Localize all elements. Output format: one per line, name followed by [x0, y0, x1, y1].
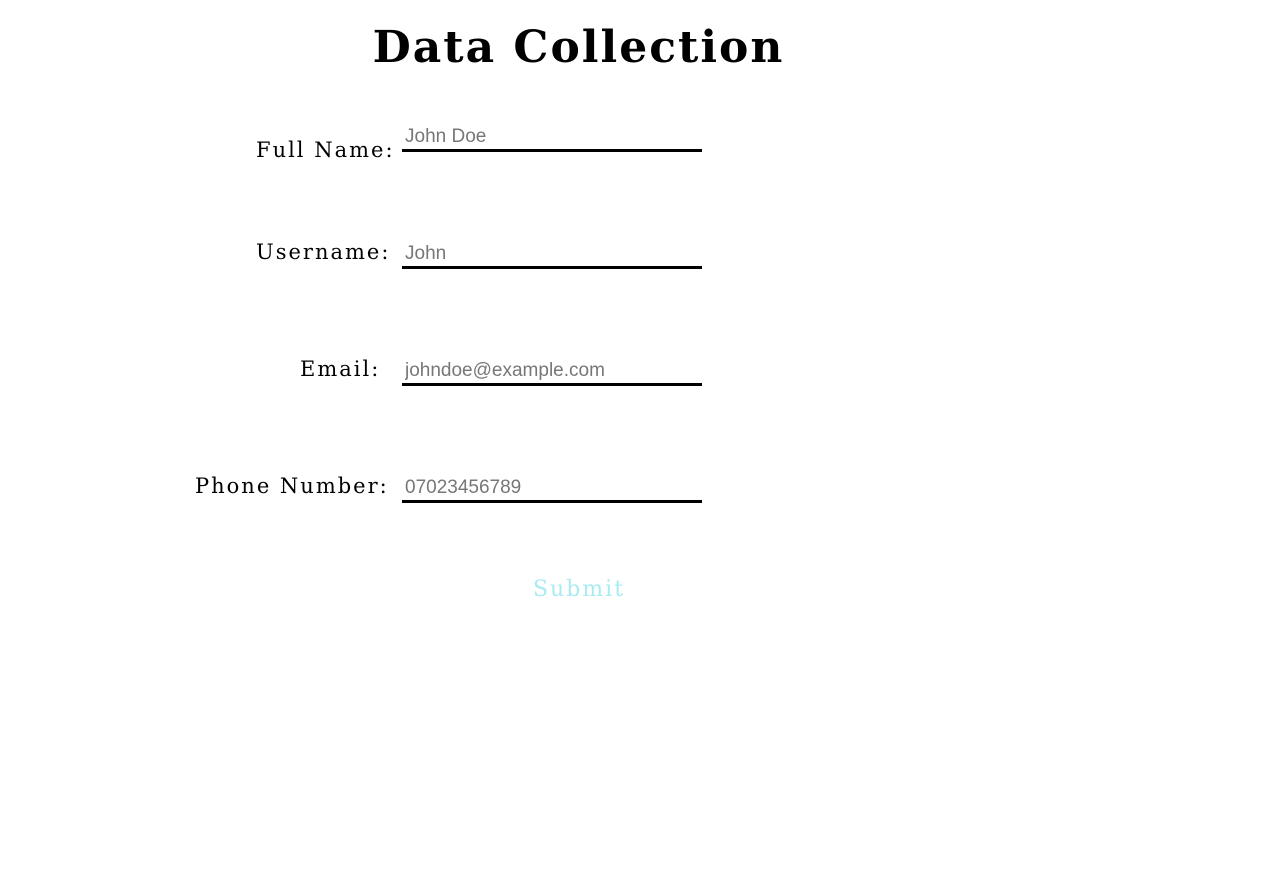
phone-number-input[interactable] — [402, 475, 702, 503]
username-row: Username: — [0, 240, 1277, 281]
full-name-label: Full Name: — [256, 138, 395, 162]
phone-number-row: Phone Number: — [0, 474, 1277, 515]
username-input[interactable] — [402, 241, 702, 269]
full-name-input[interactable] — [402, 124, 702, 152]
email-row: Email: — [0, 357, 1277, 398]
email-input[interactable] — [402, 358, 702, 386]
username-label: Username: — [256, 240, 391, 264]
data-collection-page: Data Collection Full Name: Username: Ema… — [0, 0, 1277, 883]
page-title: Data Collection — [372, 22, 785, 73]
email-label: Email: — [300, 357, 381, 381]
submit-button[interactable]: Submit — [520, 572, 638, 606]
full-name-row: Full Name: — [0, 124, 1277, 164]
phone-number-label: Phone Number: — [195, 474, 389, 498]
